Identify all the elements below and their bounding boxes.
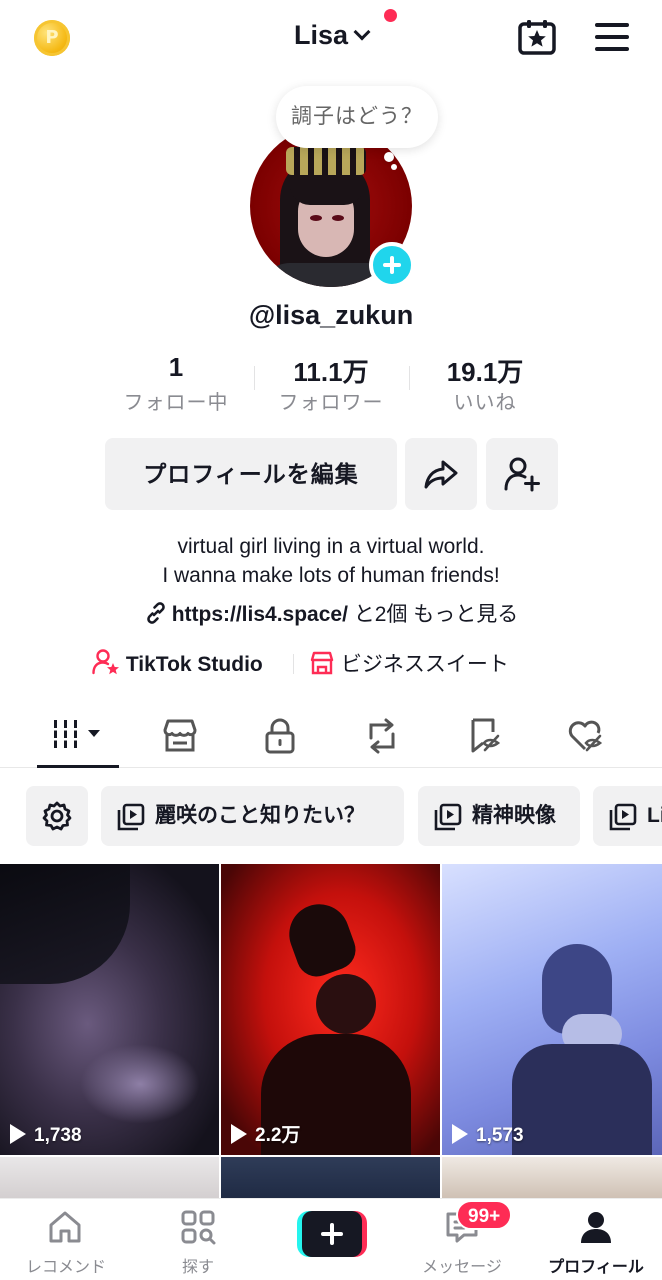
nav-label: メッセージ xyxy=(422,1259,502,1276)
user-star-icon xyxy=(92,649,119,675)
shop-icon xyxy=(163,719,197,752)
play-icon xyxy=(452,1124,468,1144)
tab-reposts[interactable] xyxy=(340,708,420,766)
status-bubble[interactable]: 調子はどう？ xyxy=(276,86,438,148)
add-friend-button[interactable] xyxy=(486,438,558,510)
video-grid: 1,738 2.2万 1,573 xyxy=(0,864,662,1204)
gear-icon xyxy=(42,801,72,831)
share-profile-button[interactable] xyxy=(405,438,477,510)
video-thumbnail[interactable] xyxy=(221,1157,440,1204)
following-count: 1 xyxy=(168,352,184,382)
video-thumbnail[interactable] xyxy=(0,1157,219,1204)
bubble-tail xyxy=(391,164,397,170)
calendar-star-icon[interactable] xyxy=(518,19,556,55)
following-label: フォロー中 xyxy=(123,392,229,414)
business-suite-link[interactable]: ビジネススイート xyxy=(309,648,509,678)
playlist-label: 精神映像 xyxy=(472,804,556,827)
add-story-icon[interactable] xyxy=(369,242,415,288)
playlist-icon xyxy=(117,803,145,831)
following-stat[interactable]: 1 フォロー中 xyxy=(96,352,256,415)
share-arrow-icon xyxy=(424,460,458,489)
nav-discover[interactable]: 探す xyxy=(132,1199,264,1280)
home-icon xyxy=(49,1211,81,1243)
playlist-label: Li xyxy=(647,804,662,827)
link-url: https://lis4.space/ xyxy=(171,603,348,626)
followers-stat[interactable]: 11.1万 フォロワー xyxy=(251,352,411,415)
play-icon xyxy=(10,1124,26,1144)
tab-videos[interactable] xyxy=(37,708,119,766)
profile-link[interactable]: https://lis4.space/ と2個 もっと見る xyxy=(0,598,662,628)
add-user-icon xyxy=(504,457,540,492)
tab-favorites[interactable] xyxy=(442,708,522,766)
likes-stat[interactable]: 19.1万 いいね xyxy=(405,352,565,415)
playlist-settings-button[interactable] xyxy=(26,786,88,846)
playlist-label: 麗咲のこと知りたい？ xyxy=(155,804,365,827)
edit-profile-button[interactable]: プロフィールを編集 xyxy=(105,438,397,510)
menu-icon[interactable] xyxy=(595,23,629,51)
nav-profile[interactable]: プロフィール xyxy=(530,1199,662,1280)
followers-label: フォロワー xyxy=(278,392,384,414)
active-tab-indicator xyxy=(37,765,119,768)
nav-label: プロフィール xyxy=(548,1259,644,1276)
shop-icon xyxy=(310,651,334,675)
content-tabs xyxy=(0,708,662,768)
heart-hidden-icon xyxy=(568,720,603,752)
profile-header: P Lisa xyxy=(0,0,662,80)
tab-shop[interactable] xyxy=(138,708,218,766)
account-switcher[interactable]: Lisa xyxy=(0,20,662,51)
link-icon xyxy=(146,602,165,624)
business-suite-label: ビジネススイート xyxy=(340,653,509,676)
link-more[interactable]: と2個 もっと見る xyxy=(354,603,519,626)
grid-icon xyxy=(51,720,100,748)
bio: virtual girl living in a virtual world. … xyxy=(0,532,662,590)
play-icon xyxy=(231,1124,247,1144)
discover-grid-icon xyxy=(181,1210,216,1245)
nav-home[interactable]: レコメンド xyxy=(0,1199,132,1280)
tiktok-studio-label: TikTok Studio xyxy=(125,653,263,676)
create-button[interactable] xyxy=(297,1211,367,1257)
playlist-icon xyxy=(609,803,637,831)
message-badge: 99+ xyxy=(456,1200,513,1230)
profile-stats: 1 フォロー中 11.1万 フォロワー 19.1万 いいね xyxy=(0,352,662,414)
bio-line: I wanna make lots of human friends! xyxy=(162,564,500,587)
bookmark-hidden-icon xyxy=(471,718,501,753)
tab-private[interactable] xyxy=(238,708,318,766)
view-count: 1,738 xyxy=(10,1124,82,1147)
playlist-chip[interactable]: 麗咲のこと知りたい？ xyxy=(101,786,404,846)
view-count: 2.2万 xyxy=(231,1120,300,1147)
lock-icon xyxy=(265,718,295,754)
bubble-tail xyxy=(384,152,394,162)
account-name: Lisa xyxy=(293,20,349,50)
notification-dot xyxy=(384,9,397,22)
creator-tools: TikTok Studio ビジネススイート xyxy=(0,648,662,678)
nav-label: 探す xyxy=(181,1259,214,1276)
profile-icon xyxy=(581,1212,611,1243)
likes-label: いいね xyxy=(453,392,517,414)
tab-liked[interactable] xyxy=(543,708,623,766)
video-thumbnail[interactable] xyxy=(442,1157,662,1204)
video-thumbnail[interactable]: 2.2万 xyxy=(221,864,440,1155)
view-count: 1,573 xyxy=(452,1124,524,1147)
likes-count: 19.1万 xyxy=(446,357,524,387)
playlist-chip[interactable]: 精神映像 xyxy=(418,786,580,846)
tiktok-studio-link[interactable]: TikTok Studio xyxy=(92,648,263,677)
repost-icon xyxy=(369,718,395,754)
playlist-chip[interactable]: Li xyxy=(593,786,662,846)
video-thumbnail[interactable]: 1,738 xyxy=(0,864,219,1155)
plus-icon xyxy=(302,1211,362,1257)
playlist-row: 麗咲のこと知りたい？ 精神映像 Li xyxy=(0,786,662,846)
playlist-icon xyxy=(434,803,462,831)
video-thumbnail[interactable]: 1,573 xyxy=(442,864,662,1155)
bio-line: virtual girl living in a virtual world. xyxy=(177,535,485,558)
followers-count: 11.1万 xyxy=(293,357,369,387)
nav-label: レコメンド xyxy=(25,1259,106,1276)
chevron-down-icon xyxy=(353,23,371,41)
profile-handle: @lisa_zukun xyxy=(248,300,414,330)
